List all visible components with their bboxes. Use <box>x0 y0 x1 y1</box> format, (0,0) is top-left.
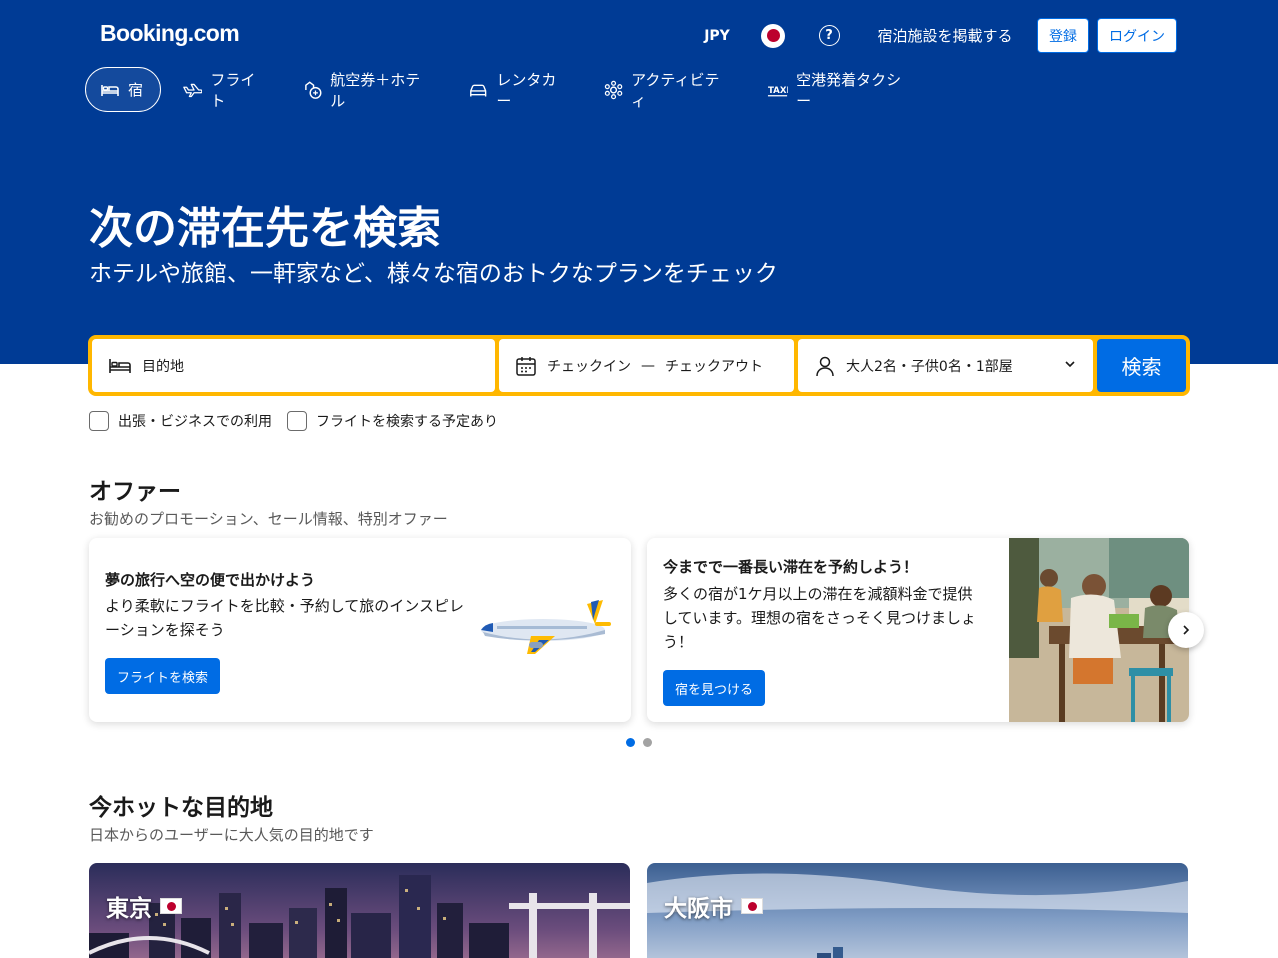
offer-card-flights: 夢の旅行へ空の便で出かけよう より柔軟にフライトを比較・予約して旅のインスピレー… <box>89 538 631 722</box>
business-label: 出張・ビジネスでの利用 <box>118 414 272 430</box>
destination-card-osaka[interactable]: 大阪市 <box>647 863 1188 958</box>
search-bar: 目的地 チェックイン — チェックアウト 大人2名・子供0名・1部屋 検索 <box>88 335 1190 396</box>
checkin-label: チェックイン <box>547 358 631 375</box>
trending-title: 今ホットな目的地 <box>89 795 273 821</box>
people-working-photo <box>1009 538 1189 722</box>
destination-name: 大阪市 <box>664 889 763 923</box>
plane-icon <box>183 83 203 97</box>
trending-subtitle: 日本からのユーザーに大人気の目的地です <box>89 826 374 844</box>
carousel-dot-active[interactable] <box>626 738 635 747</box>
help-button[interactable]: ? <box>812 18 846 53</box>
flights-label: フライトを検索する予定あり <box>316 414 498 430</box>
taxi-icon: TAXI <box>767 85 788 96</box>
date-separator: — <box>641 357 655 374</box>
plane-hotel-icon <box>305 80 322 99</box>
japan-flag-icon <box>741 898 763 914</box>
person-icon <box>816 356 834 376</box>
offer-description: 多くの宿が1ケ月以上の滞在を減額料金で提供しています。理想の宿をさっそく見つけま… <box>663 585 977 651</box>
destination-name: 東京 <box>106 889 182 923</box>
search-button[interactable]: 検索 <box>1097 339 1186 392</box>
hero-subtitle: ホテルや旅館、一軒家など、様々な宿のおトクなプランをチェック <box>89 261 778 287</box>
currency-selector[interactable]: JPY <box>700 18 734 53</box>
tab-label: 航空券＋ホテル <box>330 70 421 110</box>
date-field[interactable]: チェックイン — チェックアウト <box>499 339 794 392</box>
tab-label: 宿 <box>128 81 144 99</box>
tab-car-rental[interactable]: レンタカー <box>454 67 580 112</box>
japan-flag-icon <box>160 898 182 914</box>
business-checkbox[interactable] <box>89 411 109 431</box>
search-flights-button[interactable]: フライトを検索 <box>105 658 221 694</box>
tab-airport-taxi[interactable]: TAXI 空港発着タクシー <box>753 67 925 112</box>
business-trip-option[interactable]: 出張・ビジネスでの利用 <box>89 411 272 431</box>
svg-text:TAXI: TAXI <box>768 85 788 95</box>
destination-field[interactable]: 目的地 <box>92 339 495 392</box>
flight-search-option[interactable]: フライトを検索する予定あり <box>287 411 498 431</box>
tab-label: フライト <box>210 70 256 110</box>
offers-title: オファー <box>89 479 181 505</box>
tab-label: アクティビティ <box>631 70 720 110</box>
help-icon: ? <box>818 25 840 46</box>
login-button[interactable]: ログイン <box>1097 18 1177 53</box>
register-button[interactable]: 登録 <box>1037 18 1089 53</box>
language-selector[interactable] <box>756 18 790 53</box>
bed-icon <box>101 84 119 96</box>
guests-summary: 大人2名・子供0名・1部屋 <box>846 358 1013 375</box>
offer-card-long-stays: 今までで一番長い滞在を予約しよう！ 多くの宿が1ケ月以上の滞在を減額料金で提供し… <box>647 538 1189 722</box>
tab-flights[interactable]: フライト <box>168 67 280 112</box>
checkout-label: チェックアウト <box>665 358 763 375</box>
offer-description: より柔軟にフライトを比較・予約して旅のインスピレーションを探そう <box>105 597 464 639</box>
booking-logo[interactable]: Booking.com <box>100 20 240 47</box>
attractions-icon <box>604 80 623 99</box>
tab-label: レンタカー <box>496 70 557 110</box>
tab-stays[interactable]: 宿 <box>85 67 161 112</box>
bed-icon <box>109 358 131 373</box>
tab-attractions[interactable]: アクティビティ <box>590 67 743 112</box>
carousel-dot[interactable] <box>643 738 652 747</box>
japan-flag-icon <box>761 23 785 48</box>
chevron-down-icon <box>1065 361 1075 368</box>
destination-card-tokyo[interactable]: 東京 <box>89 863 630 958</box>
chevron-right-icon <box>1183 625 1190 635</box>
hero-title: 次の滞在先を検索 <box>89 203 441 254</box>
guests-field[interactable]: 大人2名・子供0名・1部屋 <box>798 339 1093 392</box>
destination-placeholder: 目的地 <box>142 358 184 375</box>
offers-subtitle: お勧めのプロモーション、セール情報、特別オファー <box>89 510 448 528</box>
flights-checkbox[interactable] <box>287 411 307 431</box>
calendar-icon <box>516 356 536 376</box>
find-stays-button[interactable]: 宿を見つける <box>663 670 766 706</box>
tab-label: 空港発着タクシー <box>796 70 902 110</box>
offer-title: 夢の旅行へ空の便で出かけよう <box>105 571 316 589</box>
offer-title: 今までで一番長い滞在を予約しよう！ <box>663 558 919 576</box>
airplane-illustration <box>481 600 611 654</box>
car-icon <box>470 84 487 96</box>
header: Booking.com JPY ? 宿泊施設を掲載する 登録 ログイン 宿 フラ… <box>0 0 1278 364</box>
tab-flight-hotel[interactable]: 航空券＋ホテル <box>289 67 445 112</box>
list-property-link[interactable]: 宿泊施設を掲載する <box>868 18 1022 53</box>
carousel-next-button[interactable] <box>1168 612 1204 648</box>
